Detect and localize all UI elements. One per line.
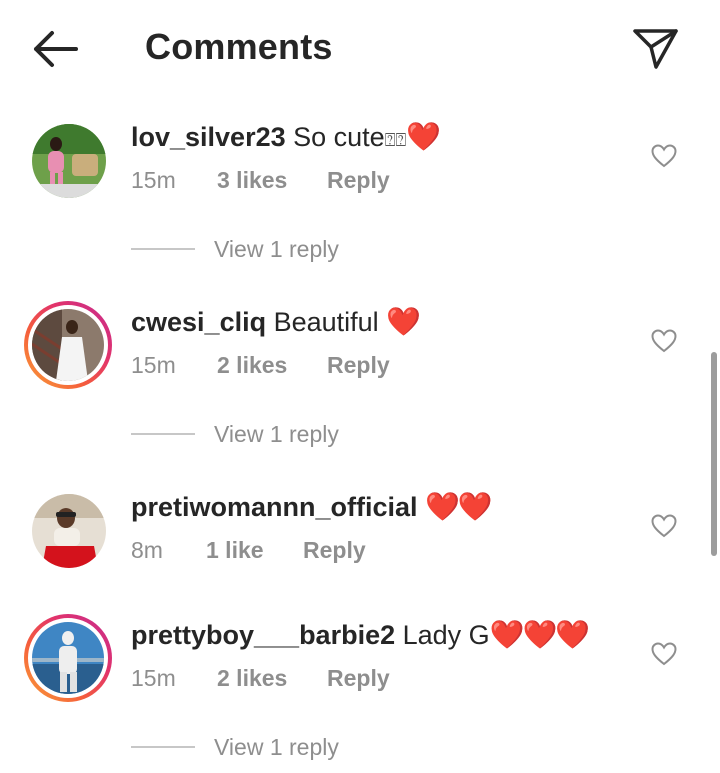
avatar-story-ring[interactable] <box>24 301 112 389</box>
reply-button[interactable]: Reply <box>303 537 366 564</box>
comment-text: Beautiful <box>273 307 387 337</box>
comment-username[interactable]: cwesi_cliq <box>131 307 266 337</box>
divider-line <box>131 247 195 250</box>
heart-emoji: ❤️ <box>386 306 421 337</box>
view-replies-button[interactable]: View 1 reply <box>131 236 339 263</box>
arrow-left-icon <box>34 31 78 67</box>
missing-emoji-glyphs: ⍰⍰ <box>384 130 407 150</box>
heart-outline-icon[interactable] <box>651 642 677 666</box>
avatar[interactable] <box>32 124 106 198</box>
heart-emoji: ❤️❤️ <box>425 491 493 522</box>
reply-button[interactable]: Reply <box>327 167 390 194</box>
scrollbar[interactable] <box>711 352 717 556</box>
divider-line <box>131 432 195 435</box>
share-button[interactable] <box>630 26 680 70</box>
view-replies-label: View 1 reply <box>214 734 339 760</box>
comment-text <box>418 492 426 522</box>
comment-meta: 15m 3 likes Reply <box>131 167 390 194</box>
comment-text: So cute <box>293 122 385 152</box>
comment-time: 15m <box>131 167 176 193</box>
comment-likes[interactable]: 2 likes <box>217 352 327 379</box>
view-replies-label: View 1 reply <box>214 421 339 447</box>
heart-outline-icon[interactable] <box>651 144 677 168</box>
avatar-image <box>32 309 104 381</box>
comment-time: 15m <box>131 352 176 378</box>
comment-likes[interactable]: 2 likes <box>217 665 327 692</box>
comment-likes[interactable]: 3 likes <box>217 167 327 194</box>
heart-outline-icon[interactable] <box>651 514 677 538</box>
avatar-image <box>32 622 104 694</box>
reply-button[interactable]: Reply <box>327 665 390 692</box>
reply-button[interactable]: Reply <box>327 352 390 379</box>
comment-username[interactable]: pretiwomannn_official <box>131 492 418 522</box>
comment-time: 15m <box>131 665 176 691</box>
comment-text: Lady G <box>402 620 490 650</box>
view-replies-button[interactable]: View 1 reply <box>131 734 339 761</box>
avatar[interactable] <box>32 494 106 568</box>
back-button[interactable] <box>30 28 80 70</box>
comment-meta: 15m 2 likes Reply <box>131 665 390 692</box>
comment-username[interactable]: prettyboy___barbie2 <box>131 620 395 650</box>
divider-line <box>131 745 195 748</box>
avatar-image <box>32 494 106 568</box>
comment-meta: 15m 2 likes Reply <box>131 352 390 379</box>
view-replies-label: View 1 reply <box>214 236 339 262</box>
header-bar: Comments <box>0 0 720 96</box>
heart-emoji: ❤️❤️❤️ <box>489 619 591 650</box>
comment-username[interactable]: lov_silver23 <box>131 122 286 152</box>
avatar-story-ring[interactable] <box>24 614 112 702</box>
view-replies-button[interactable]: View 1 reply <box>131 421 339 448</box>
page-title: Comments <box>145 26 333 67</box>
comment-likes[interactable]: 1 like <box>206 537 303 564</box>
heart-outline-icon[interactable] <box>651 329 677 353</box>
comment-meta: 8m 1 like Reply <box>131 537 366 564</box>
heart-emoji: ❤️ <box>406 121 441 152</box>
avatar-image <box>32 124 106 198</box>
paper-plane-icon <box>633 29 678 69</box>
comment-time: 8m <box>131 537 163 563</box>
